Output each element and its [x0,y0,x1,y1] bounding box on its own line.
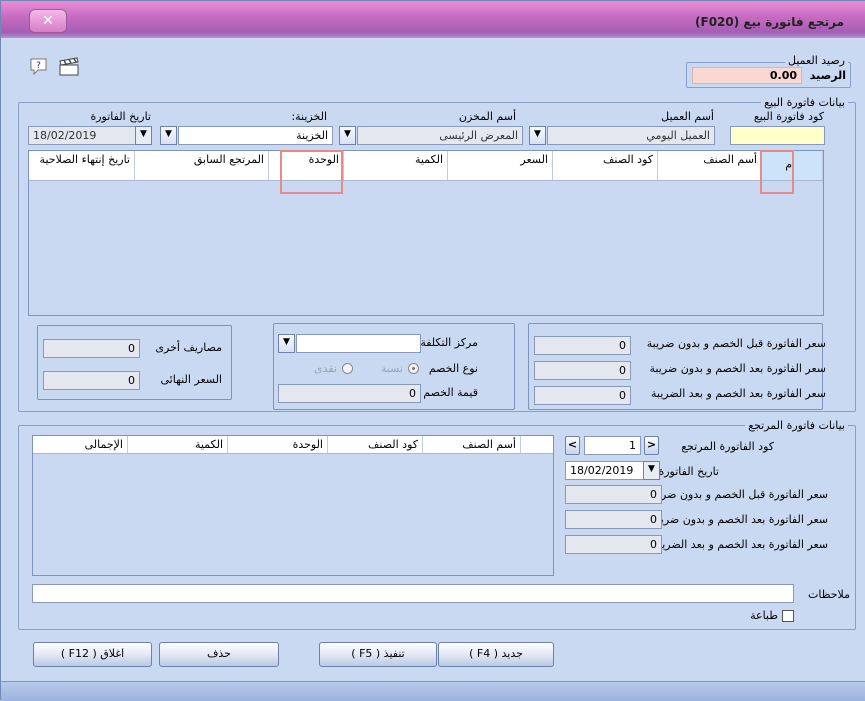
before-discount-value: 0 [534,336,631,355]
col-total[interactable]: الإجمالى [33,436,128,453]
bottom-strip [1,681,865,701]
after-tax-value: 0 [534,386,631,405]
next-return-button[interactable]: > [644,436,659,455]
return-after-discount-label: سعر الفاتورة بعد الخصم و بدون ضريبة [651,513,828,526]
col-item-name[interactable]: أسم الصنف [658,151,762,180]
invoice-code-input[interactable] [730,126,825,145]
treasury-dropdown-button[interactable]: ▼ [160,126,177,145]
invoice-group-title: بيانات فاتورة البيع [761,96,848,109]
invoice-code-label: كود فاتورة البيع [753,110,824,123]
discount-percent-label: نسبة [380,362,403,375]
discount-percent-radio[interactable] [408,363,419,374]
discount-type-label: نوع الخصم [428,362,478,375]
return-date-label: تاريخ الفاتورة [658,465,719,478]
return-code-label: كود الفاتورة المرتجع [681,440,774,453]
return-invoice-group-title: بيانات فاتورة المرتجع [745,419,848,432]
invoice-date-picker[interactable]: 18/02/2019 [28,126,152,145]
invoice-date-label: تاريخ الفاتورة [90,110,151,123]
previous-return-button[interactable]: < [565,436,580,455]
col-previous-return[interactable]: المرتجع السابق [135,151,269,180]
return-grid-header: الإجمالى الكمية الوحدة كود الصنف أسم الص… [33,436,553,454]
help-icon[interactable]: ? [29,57,49,77]
window: ✕ مرتجع فاتورة بيع (F020) ? رصيد العميل … [0,0,865,701]
customer-select[interactable]: العميل اليومي [547,126,715,145]
notes-input[interactable] [32,584,794,603]
col-item-code[interactable]: كود الصنف [328,436,423,453]
execute-button[interactable]: تنفيذ ( F5 ) [319,642,437,667]
close-button[interactable]: اغلاق ( F12 ) [33,642,152,667]
clapperboard-icon[interactable] [58,57,80,77]
discount-value-label: قيمة الخصم [423,386,478,399]
col-item-code[interactable]: كود الصنف [553,151,658,180]
store-select[interactable]: المعرض الرئيسى [357,126,523,145]
return-after-tax-label: سعر الفاتورة بعد الخصم و بعد الضريبة [653,538,828,551]
after-discount-value: 0 [534,361,631,380]
return-items-grid[interactable]: الإجمالى الكمية الوحدة كود الصنف أسم الص… [32,435,554,576]
print-checkbox[interactable] [782,610,794,622]
return-before-discount-label: سعر الفاتورة قبل الخصم و بدون ضريبة [648,488,828,501]
col-blank [521,436,553,453]
delete-button[interactable]: حذف [159,642,279,667]
final-price-label: السعر النهائى [160,373,222,386]
treasury-label: الخزينة: [291,110,327,123]
col-quantity[interactable]: الكمية [128,436,228,453]
window-title: مرتجع فاتورة بيع (F020) [695,15,844,29]
store-dropdown-button[interactable]: ▼ [339,126,356,145]
balance-label: الرصيد [809,69,846,82]
new-button[interactable]: جديد ( F4 ) [438,642,554,667]
store-label: أسم المخزن [458,110,516,123]
svg-text:?: ? [36,61,41,71]
close-window-button[interactable]: ✕ [29,9,67,33]
col-quantity[interactable]: الكمية [344,151,448,180]
before-discount-label: سعر الفاتورة قبل الخصم و بدون ضريبة [646,337,826,350]
treasury-select[interactable]: الخزينة [178,126,333,145]
return-after-discount-value: 0 [565,510,662,529]
col-item-name[interactable]: أسم الصنف [423,436,521,453]
customer-label: أسم العميل [661,110,714,123]
invoice-date-dropdown-button[interactable]: ▼ [135,126,152,145]
row-number-column-highlight [760,150,794,194]
notes-label: ملاحظات [808,588,850,601]
cost-center-label: مركز التكلفة [420,336,478,349]
col-expiry-date[interactable]: تاريخ إنتهاء الصلاحية [29,151,135,180]
after-tax-label: سعر الفاتورة بعد الخصم و بعد الضريبة [651,387,826,400]
return-after-tax-value: 0 [565,535,662,554]
print-label: طباعة [750,609,778,622]
final-price-value: 0 [43,371,140,390]
items-grid-header: تاريخ إنتهاء الصلاحية المرتجع السابق الو… [29,151,823,181]
other-expenses-label: مصاريف أخرى [155,341,222,354]
col-unit[interactable]: الوحدة [228,436,328,453]
return-before-discount-value: 0 [565,485,662,504]
return-code-input[interactable]: 1 [584,436,641,455]
discount-cash-radio[interactable] [342,363,353,374]
return-date-dropdown-button[interactable]: ▼ [643,461,660,480]
unit-column-highlight [280,150,343,194]
cost-center-select[interactable] [296,334,421,353]
other-expenses-input[interactable]: 0 [43,339,140,358]
customer-dropdown-button[interactable]: ▼ [529,126,546,145]
col-price[interactable]: السعر [448,151,553,180]
after-discount-label: سعر الفاتورة بعد الخصم و بدون ضريبة [649,362,826,375]
items-grid[interactable]: تاريخ إنتهاء الصلاحية المرتجع السابق الو… [28,150,824,316]
balance-group-title: رصيد العميل [785,54,848,67]
discount-cash-label: نقدى [313,362,337,375]
cost-center-dropdown-button[interactable]: ▼ [278,334,295,353]
discount-value-input[interactable]: 0 [278,384,421,403]
balance-value: 0.00 [692,67,802,84]
